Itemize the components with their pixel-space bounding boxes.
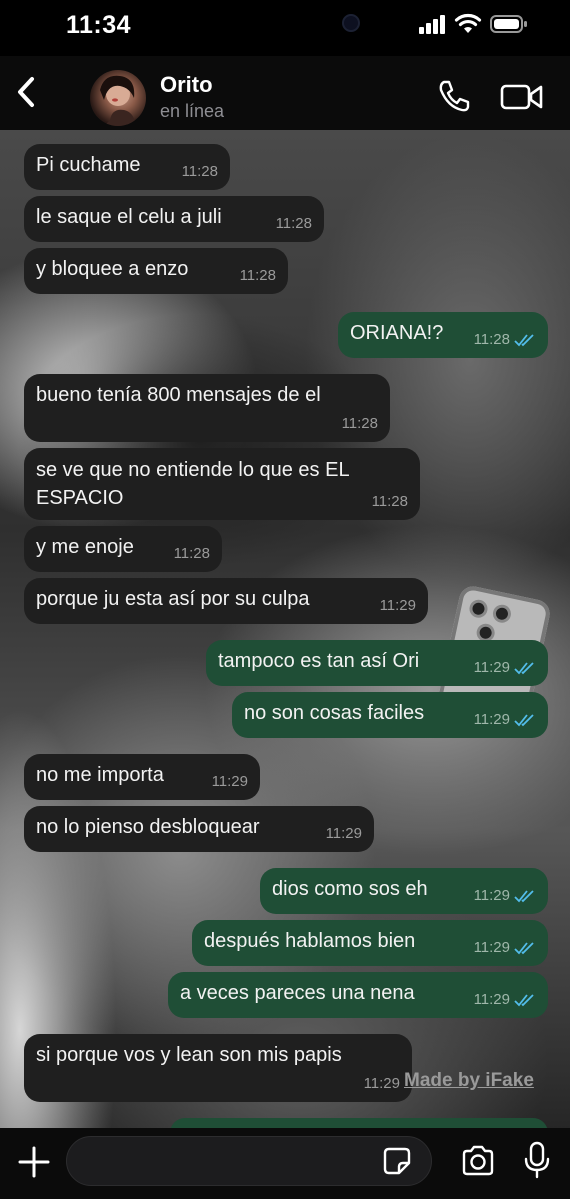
video-camera-icon [500, 84, 543, 110]
message-text: a veces pareces una nena [180, 982, 415, 1004]
message-bubble-outgoing-partial[interactable] [170, 1118, 548, 1128]
message-time: 11:29 [473, 887, 510, 904]
chevron-left-icon [18, 77, 34, 107]
message-text: no lo pienso desbloquear [36, 816, 260, 838]
message-list[interactable]: Pi cuchame 11:28 le saque el celu a juli… [0, 130, 570, 1128]
message-bubble-incoming[interactable]: Pi cuchame 11:28 [24, 144, 230, 190]
message-time: 11:29 [363, 1075, 400, 1092]
message-bubble-incoming[interactable]: no me importa 11:29 [24, 754, 260, 800]
message-text: Pi cuchame [36, 154, 141, 176]
message-bubble-incoming[interactable]: bueno tenía 800 mensajes de el 11:28 [24, 374, 390, 442]
message-composer [0, 1128, 570, 1199]
message-time: 11:28 [275, 215, 312, 232]
message-text: no me importa [36, 764, 164, 786]
message-time: 11:29 [379, 597, 416, 614]
message-text: le saque el celu a juli [36, 206, 222, 228]
message-time: 11:29 [473, 659, 510, 676]
contact-status: en línea [160, 101, 225, 121]
contact-avatar[interactable] [90, 70, 146, 126]
message-time: 11:29 [473, 991, 510, 1008]
message-bubble-outgoing[interactable]: dios como sos eh 11:29 [260, 868, 548, 914]
read-receipt-icon [514, 941, 534, 954]
message-text: bueno tenía 800 mensajes de el [36, 384, 321, 406]
message-bubble-outgoing[interactable]: ORIANA!? 11:28 [338, 312, 548, 358]
message-text: y bloquee a enzo [36, 258, 189, 280]
message-time: 11:29 [473, 939, 510, 956]
message-text: si porque vos y lean son mis papis [36, 1044, 342, 1066]
message-time: 11:28 [371, 493, 408, 510]
message-time: 11:29 [325, 825, 362, 842]
cellular-signal-icon [419, 15, 445, 34]
message-bubble-incoming[interactable]: y bloquee a enzo 11:28 [24, 248, 288, 294]
message-time: 11:28 [341, 415, 378, 432]
read-receipt-icon [514, 713, 534, 726]
message-bubble-incoming[interactable]: no lo pienso desbloquear 11:29 [24, 806, 374, 852]
plus-icon [18, 1146, 50, 1178]
message-bubble-incoming[interactable]: si porque vos y lean son mis papis 11:29 [24, 1034, 412, 1102]
message-bubble-incoming[interactable]: porque ju esta así por su culpa 11:29 [24, 578, 428, 624]
status-bar: 11:34 [0, 0, 570, 56]
message-time: 11:28 [239, 267, 276, 284]
message-text: no son cosas faciles [244, 702, 425, 724]
message-text: después hablamos bien [204, 930, 416, 952]
watermark: Made by iFake [404, 1070, 534, 1091]
message-text-line: se ve que no entiende lo que es EL ESPAC… [36, 459, 350, 509]
phone-icon [439, 80, 470, 112]
avatar-photo [100, 75, 136, 126]
front-camera-icon [342, 14, 360, 32]
camera-button[interactable] [460, 1144, 496, 1178]
message-time: 11:28 [181, 163, 218, 180]
message-text: ORIANA!? [350, 322, 444, 344]
message-bubble-outgoing[interactable]: no son cosas faciles 11:29 [232, 692, 548, 738]
message-time: 11:28 [473, 331, 510, 348]
read-receipt-icon [514, 661, 534, 674]
message-text: porque ju esta así por su culpa [36, 588, 310, 610]
battery-icon [490, 15, 527, 33]
message-input[interactable] [66, 1136, 432, 1186]
read-receipt-icon [514, 993, 534, 1006]
sticker-button[interactable] [382, 1146, 412, 1176]
message-time: 11:28 [173, 545, 210, 562]
voice-call-button[interactable] [436, 78, 472, 114]
message-bubble-incoming[interactable]: se ve que no entiende lo que es EL ESPAC… [24, 448, 420, 520]
message-bubble-outgoing[interactable]: a veces pareces una nena 11:29 [168, 972, 548, 1018]
message-text: tampoco es tan así Ori [218, 650, 420, 672]
chat-header: Orito en línea [0, 56, 570, 130]
video-call-button[interactable] [500, 80, 544, 114]
contact-name[interactable]: Orito [160, 72, 213, 98]
sticker-icon [383, 1147, 411, 1175]
message-text: dios como sos eh [272, 878, 428, 900]
message-bubble-incoming[interactable]: y me enoje 11:28 [24, 526, 222, 572]
status-icons [418, 12, 528, 36]
read-receipt-icon [514, 333, 534, 346]
message-bubble-incoming[interactable]: le saque el celu a juli 11:28 [24, 196, 324, 242]
microphone-icon [524, 1141, 550, 1179]
attach-button[interactable] [16, 1144, 52, 1180]
read-receipt-icon [514, 889, 534, 902]
message-bubble-outgoing[interactable]: después hablamos bien 11:29 [192, 920, 548, 966]
message-time: 11:29 [211, 773, 248, 790]
message-time: 11:29 [473, 711, 510, 728]
microphone-button[interactable] [522, 1140, 552, 1180]
wifi-icon [454, 13, 482, 33]
message-text: y me enoje [36, 536, 134, 558]
message-text: se ve que no entiende lo que es EL ESPAC… [36, 456, 350, 512]
camera-icon [462, 1145, 494, 1176]
status-time: 11:34 [66, 11, 132, 39]
back-button[interactable] [8, 72, 44, 112]
message-bubble-outgoing[interactable]: tampoco es tan así Ori 11:29 [206, 640, 548, 686]
